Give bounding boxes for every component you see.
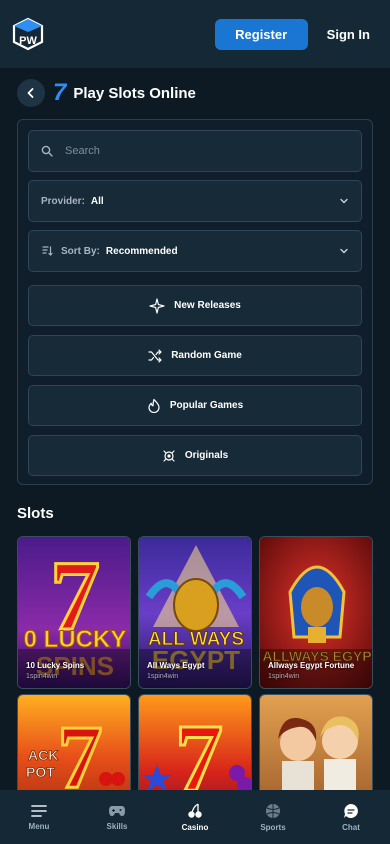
- sort-value: Recommended: [105, 245, 178, 257]
- originals-icon: [163, 449, 175, 462]
- provider-label: Provider:: [41, 195, 85, 207]
- game-name: All Ways Egypt: [147, 661, 205, 670]
- game-provider: 1spin4win: [26, 673, 58, 680]
- slots-heading: Slots: [17, 505, 54, 522]
- chat-icon: [344, 803, 358, 818]
- menu-icon: [31, 804, 47, 817]
- nav-skills[interactable]: Skills: [78, 790, 156, 844]
- game-provider: 1spin4win: [268, 673, 300, 680]
- provider-select[interactable]: Provider: All: [28, 180, 362, 222]
- search-input[interactable]: Search: [28, 130, 362, 172]
- game-card-allways-egypt-fortune[interactable]: ALLWAYS EGYP Allways Egypt Fortune 1spin…: [259, 536, 373, 689]
- provider-value: All: [90, 195, 104, 207]
- game-card-10-lucky-spins[interactable]: 7 0 LUCKY SPINS 10 Lucky Spins 1spin4win: [17, 536, 131, 689]
- chevron-left-icon: [27, 88, 34, 98]
- page-title: Play Slots Online: [73, 84, 196, 102]
- register-button[interactable]: Register: [214, 18, 308, 50]
- random-game-button[interactable]: Random Game: [28, 335, 362, 376]
- nav-label: Menu: [28, 821, 50, 831]
- svg-text:PW: PW: [19, 35, 37, 47]
- svg-text:POT: POT: [26, 764, 55, 780]
- popular-games-button[interactable]: Popular Games: [28, 385, 362, 426]
- sign-in-link[interactable]: Sign In: [327, 27, 370, 42]
- popular-games-label: Popular Games: [169, 400, 244, 411]
- game-name: 10 Lucky Spins: [26, 661, 85, 670]
- shuffle-icon: [148, 348, 162, 363]
- nav-label: Casino: [181, 822, 209, 832]
- originals-label: Originals: [184, 450, 229, 461]
- originals-button[interactable]: Originals: [28, 435, 362, 476]
- slots-seven-icon: 7: [53, 79, 67, 106]
- svg-text:ACK: ACK: [28, 747, 58, 763]
- chevron-down-icon: [340, 198, 348, 204]
- nav-label: Chat: [342, 822, 360, 832]
- ball-icon: [266, 803, 280, 818]
- filter-panel: Search Provider: All Sort By: Recommende…: [17, 119, 373, 485]
- nav-label: Sports: [260, 822, 286, 832]
- nav-chat[interactable]: Chat: [312, 790, 390, 844]
- random-game-label: Random Game: [171, 350, 242, 361]
- nav-sports[interactable]: Sports: [234, 790, 312, 844]
- search-placeholder: Search: [65, 145, 100, 157]
- sort-label: Sort By:: [61, 245, 100, 257]
- gamepad-icon: [109, 805, 125, 816]
- game-provider: 1spin4win: [147, 673, 179, 680]
- sort-icon: [42, 246, 53, 256]
- top-bar: PW Register Sign In: [0, 0, 390, 68]
- sparkle-icon: [149, 297, 165, 314]
- site-logo[interactable]: PW: [12, 17, 44, 51]
- svg-text:0 LUCKY: 0 LUCKY: [24, 626, 127, 653]
- back-button[interactable]: [17, 79, 45, 107]
- search-icon: [41, 145, 53, 157]
- new-releases-button[interactable]: New Releases: [28, 285, 362, 326]
- cherries-icon: [188, 802, 202, 818]
- game-name: Allways Egypt Fortune: [268, 661, 355, 670]
- game-card-all-ways-egypt[interactable]: ALL WAYS EGYPT All Ways Egypt 1spin4win: [138, 536, 252, 689]
- new-releases-label: New Releases: [174, 300, 241, 311]
- bottom-nav: Menu Skills Casino Sports Chat: [0, 790, 390, 844]
- nav-menu[interactable]: Menu: [0, 790, 78, 844]
- chevron-down-icon: [340, 248, 348, 254]
- nav-label: Skills: [106, 821, 128, 831]
- sort-select[interactable]: Sort By: Recommended: [28, 230, 362, 272]
- fire-icon: [148, 398, 160, 413]
- page-title-row: 7 Play Slots Online: [17, 79, 196, 107]
- nav-casino[interactable]: Casino: [156, 790, 234, 844]
